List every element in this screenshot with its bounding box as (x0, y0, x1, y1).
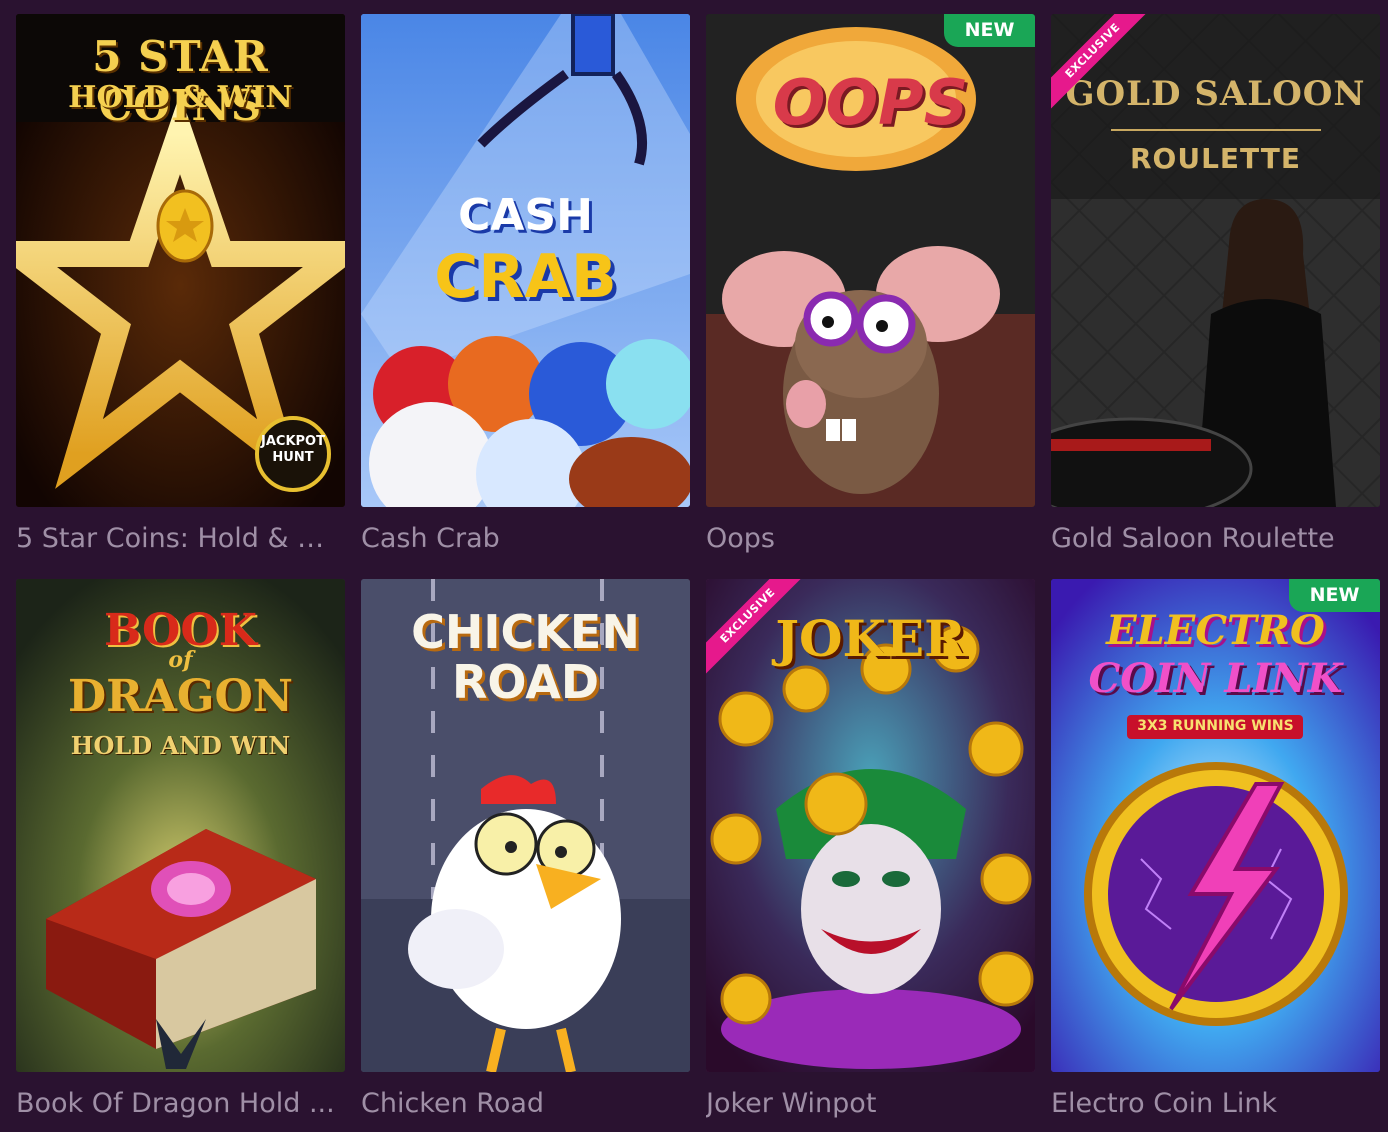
game-grid: 5 STAR COINS HOLD & WIN JACKPOT HUNT 5 S… (16, 14, 1380, 1124)
game-thumbnail[interactable]: BOOK of DRAGON HOLD AND WIN (16, 579, 345, 1072)
art-subtitle: CRAB (434, 242, 617, 312)
game-thumbnail[interactable]: ELECTRO COIN LINK 3X3 RUNNING WINS NEW (1051, 579, 1380, 1072)
game-thumbnail[interactable]: CHICKEN ROAD (361, 579, 690, 1072)
game-title[interactable]: Electro Coin Link (1051, 1084, 1380, 1124)
game-title[interactable]: Cash Crab (361, 519, 690, 559)
game-card-gold-saloon-roulette[interactable]: GOLD SALOON ROULETTE EXCLUSIVE Gold Salo… (1051, 14, 1380, 559)
exclusive-label: EXCLUSIVE (706, 579, 813, 681)
art-title: CHICKEN (411, 605, 640, 659)
game-card-book-of-dragon[interactable]: BOOK of DRAGON HOLD AND WIN Book Of Drag… (16, 579, 345, 1124)
art-title: OOPS (772, 66, 969, 139)
new-badge: NEW (944, 14, 1035, 47)
art-title: ELECTRO (1106, 607, 1325, 654)
art-extra: 3X3 RUNNING WINS (1137, 718, 1294, 734)
exclusive-ribbon: EXCLUSIVE (1051, 14, 1161, 124)
game-card-electro-coin-link[interactable]: ELECTRO COIN LINK 3X3 RUNNING WINS NEW E… (1051, 579, 1380, 1124)
art-subtitle: ROULETTE (1129, 142, 1302, 175)
game-thumbnail[interactable]: CASH CRAB (361, 14, 690, 507)
art-subtitle: HOLD & WIN (68, 80, 293, 115)
game-title[interactable]: Oops (706, 519, 1035, 559)
new-badge: NEW (1289, 579, 1380, 612)
art-title: CASH (458, 190, 593, 241)
art-subtitle: DRAGON (68, 671, 293, 722)
game-title[interactable]: Book Of Dragon Hold ... (16, 1084, 345, 1124)
art-subtitle: ROAD (451, 655, 600, 709)
art-of: of (168, 647, 193, 673)
game-card-5-star-coins[interactable]: 5 STAR COINS HOLD & WIN JACKPOT HUNT 5 S… (16, 14, 345, 559)
game-thumbnail[interactable]: GOLD SALOON ROULETTE EXCLUSIVE (1051, 14, 1380, 507)
game-thumbnail[interactable]: JOKER EXCLUSIVE (706, 579, 1035, 1072)
game-card-cash-crab[interactable]: CASH CRAB Cash Crab (361, 14, 690, 559)
game-title[interactable]: Gold Saloon Roulette (1051, 519, 1380, 559)
exclusive-ribbon: EXCLUSIVE (706, 579, 816, 689)
exclusive-label: EXCLUSIVE (1051, 14, 1158, 116)
jackpot-hunt-logo: JACKPOT HUNT (261, 434, 325, 465)
game-thumbnail[interactable]: 5 STAR COINS HOLD & WIN JACKPOT HUNT (16, 14, 345, 507)
game-title[interactable]: Chicken Road (361, 1084, 690, 1124)
game-card-oops[interactable]: OOPS NEW Oops (706, 14, 1035, 559)
game-thumbnail[interactable]: OOPS NEW (706, 14, 1035, 507)
game-card-joker-winpot[interactable]: JOKER EXCLUSIVE Joker Winpot (706, 579, 1035, 1124)
art-extra: HOLD AND WIN (70, 731, 291, 760)
game-title[interactable]: Joker Winpot (706, 1084, 1035, 1124)
game-card-chicken-road[interactable]: CHICKEN ROAD Chicken Road (361, 579, 690, 1124)
art-subtitle: COIN LINK (1088, 655, 1343, 702)
game-title[interactable]: 5 Star Coins: Hold & Win (16, 519, 345, 559)
